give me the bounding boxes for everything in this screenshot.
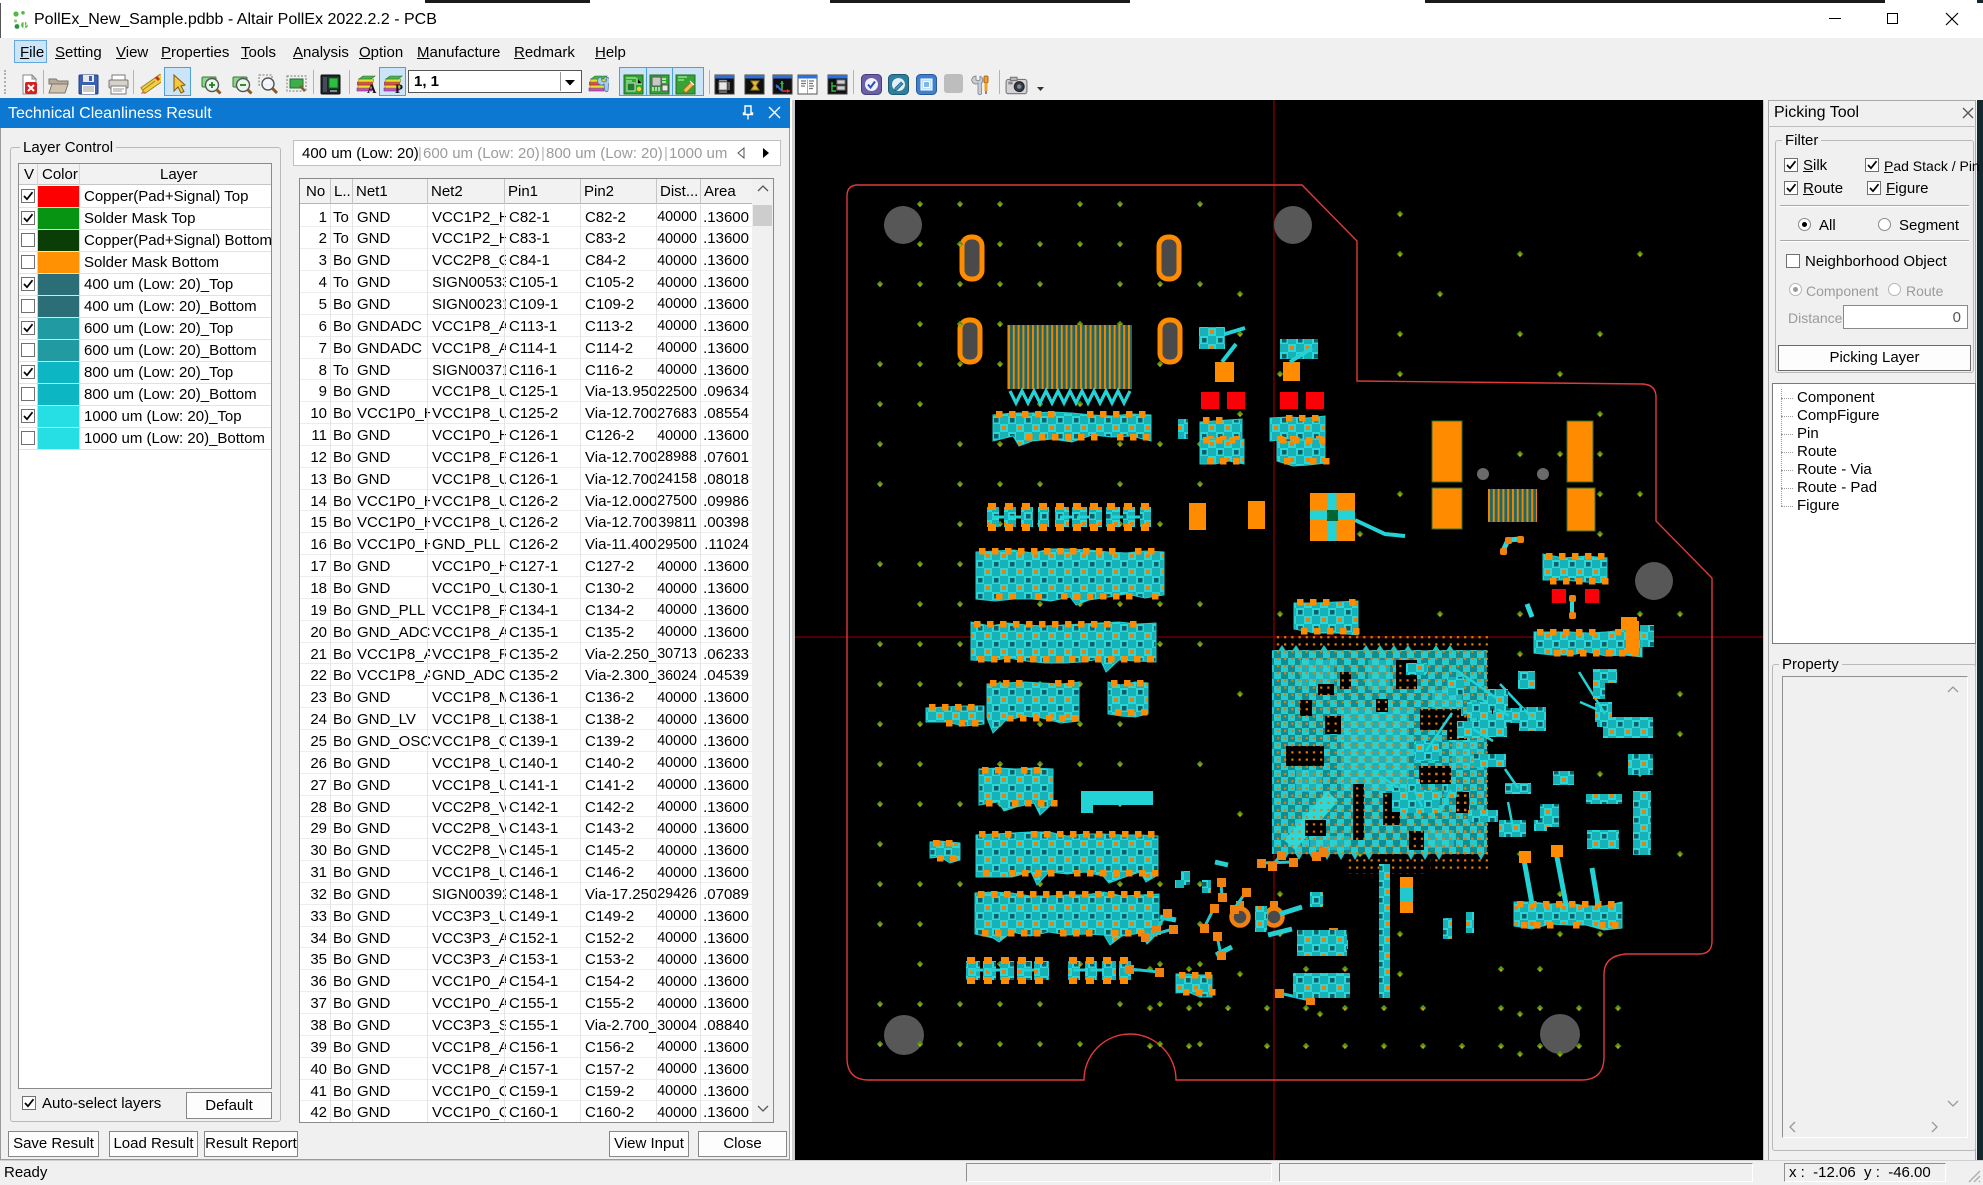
- svg-text:P: P: [23, 20, 29, 30]
- svg-text:A: A: [367, 81, 377, 95]
- svg-text:P: P: [395, 81, 403, 95]
